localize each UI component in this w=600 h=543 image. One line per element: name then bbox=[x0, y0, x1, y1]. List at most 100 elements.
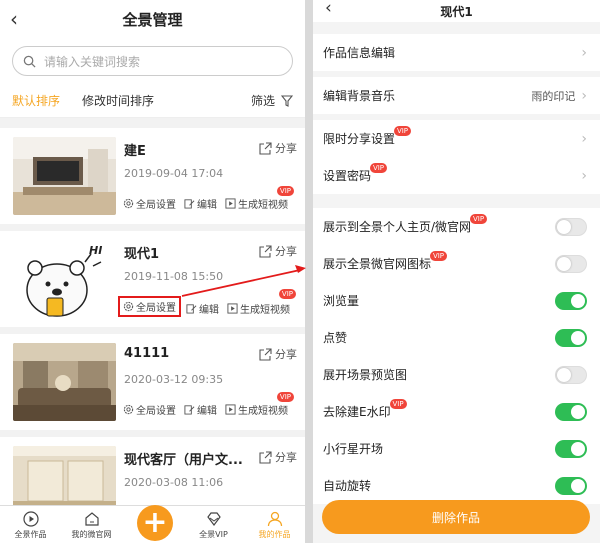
row-time-limited-share[interactable]: 限时分享设置 VIP › bbox=[313, 120, 600, 157]
row-auto-rotate: 自动旋转 bbox=[313, 467, 600, 504]
work-date: 2019-11-08 15:50 bbox=[124, 270, 224, 283]
work-title: 现代客厅（用户文... bbox=[124, 453, 243, 468]
search-icon bbox=[23, 55, 36, 68]
work-title: 建E bbox=[124, 144, 146, 159]
screen-divider bbox=[305, 0, 313, 543]
generate-video-button[interactable]: 生成短视频 VIP bbox=[227, 289, 296, 317]
tab-label: 我的微官网 bbox=[71, 530, 112, 539]
chevron-right-icon: › bbox=[581, 87, 587, 104]
chevron-right-icon: › bbox=[581, 167, 587, 184]
row-likes: 点赞 bbox=[313, 319, 600, 356]
generate-video-label: 生成短视频 bbox=[240, 304, 290, 316]
back-icon[interactable]: ‹ bbox=[325, 0, 332, 18]
share-button[interactable]: 分享 bbox=[259, 140, 297, 156]
edit-icon bbox=[184, 405, 195, 415]
share-button[interactable]: 分享 bbox=[259, 243, 297, 259]
share-button[interactable]: 分享 bbox=[259, 346, 297, 362]
sort-bar: 默认排序 修改时间排序 筛选 bbox=[0, 84, 305, 118]
row-set-password[interactable]: 设置密码 VIP › bbox=[313, 157, 600, 194]
toggle-switch[interactable] bbox=[555, 291, 587, 310]
tab-microsite[interactable]: 我的微官网 bbox=[61, 506, 122, 543]
tab-label: 我的作品 bbox=[258, 530, 291, 539]
tab-vip[interactable]: 全景VIP bbox=[183, 506, 244, 543]
work-thumbnail bbox=[13, 343, 116, 421]
row-label: 展示全景微官网图标 bbox=[323, 257, 432, 271]
global-settings-label: 全局设置 bbox=[136, 303, 176, 314]
back-icon[interactable]: ‹ bbox=[10, 7, 18, 31]
user-icon bbox=[267, 511, 282, 527]
tab-my-works[interactable]: 我的作品 bbox=[244, 506, 305, 543]
sort-time-tab[interactable]: 修改时间排序 bbox=[82, 92, 154, 109]
row-label: 自动旋转 bbox=[323, 479, 372, 493]
vip-badge: VIP bbox=[278, 289, 296, 299]
sort-default-tab[interactable]: 默认排序 bbox=[12, 92, 60, 109]
work-date: 2020-03-12 09:35 bbox=[124, 373, 224, 386]
toggle-switch[interactable] bbox=[555, 328, 587, 347]
gear-icon bbox=[123, 198, 134, 209]
filter-button[interactable]: 筛选 bbox=[251, 92, 293, 109]
card-actions: 全局设置 编辑 生成短视频 VIP bbox=[123, 186, 296, 211]
play-circle-icon bbox=[22, 511, 39, 527]
video-icon bbox=[227, 302, 238, 314]
edit-label: 编辑 bbox=[197, 200, 217, 211]
share-label: 分享 bbox=[275, 142, 297, 155]
generate-video-button[interactable]: 生成短视频 VIP bbox=[225, 186, 294, 211]
bottom-tab-bar: 全景作品 我的微官网 全景VIP 我的作品 + bbox=[0, 505, 305, 543]
delete-work-button[interactable]: 删除作品 bbox=[322, 500, 590, 534]
toggle-switch[interactable] bbox=[555, 254, 587, 273]
chevron-right-icon: › bbox=[581, 130, 587, 147]
share-icon bbox=[259, 141, 272, 155]
work-card[interactable]: HI 现代1 分享 2019-11-08 15:50 全局设置 编辑 生成短视频… bbox=[0, 231, 305, 334]
tab-works[interactable]: 全景作品 bbox=[0, 506, 61, 543]
share-label: 分享 bbox=[275, 451, 297, 464]
row-show-microsite-icon: 展示全景微官网图标 VIP bbox=[313, 245, 600, 282]
row-edit-info[interactable]: 作品信息编辑 › bbox=[313, 34, 600, 71]
global-settings-button-highlighted[interactable]: 全局设置 bbox=[118, 296, 181, 317]
spacer bbox=[0, 118, 305, 128]
work-card[interactable]: 41111 分享 2020-03-12 09:35 全局设置 编辑 生成短视频 V… bbox=[0, 334, 305, 437]
toggle-switch[interactable] bbox=[555, 476, 587, 495]
works-management-screen: ‹ 全景管理 请输入关键词搜索 默认排序 修改时间排序 筛选 建E 分享 201… bbox=[0, 0, 305, 543]
edit-button[interactable]: 编辑 bbox=[186, 299, 219, 317]
global-settings-button[interactable]: 全局设置 bbox=[123, 196, 176, 211]
toggle-switch[interactable] bbox=[555, 365, 587, 384]
row-label: 小行星开场 bbox=[323, 442, 384, 456]
gear-icon bbox=[123, 301, 134, 312]
row-label: 设置密码 bbox=[323, 169, 372, 183]
work-card[interactable]: 建E 分享 2019-09-04 17:04 全局设置 编辑 生成短视频 VIP bbox=[0, 128, 305, 231]
row-label: 去除建E水印 bbox=[323, 405, 391, 419]
row-scene-preview: 展开场景预览图 bbox=[313, 356, 600, 393]
row-label: 点赞 bbox=[323, 331, 348, 345]
create-button[interactable]: + bbox=[137, 505, 173, 541]
vip-badge: VIP bbox=[369, 163, 388, 173]
work-thumbnail bbox=[13, 137, 116, 215]
edit-label: 编辑 bbox=[197, 406, 217, 417]
edit-button[interactable]: 编辑 bbox=[184, 402, 217, 417]
global-settings-button[interactable]: 全局设置 bbox=[123, 402, 176, 417]
vip-badge: VIP bbox=[393, 126, 412, 136]
search-input[interactable]: 请输入关键词搜索 bbox=[12, 46, 293, 76]
row-background-music[interactable]: 编辑背景音乐 雨的印记 › bbox=[313, 77, 600, 114]
toggle-switch[interactable] bbox=[555, 439, 587, 458]
row-label: 限时分享设置 bbox=[323, 132, 396, 146]
edit-icon bbox=[184, 199, 195, 209]
toggle-switch[interactable] bbox=[555, 217, 587, 236]
edit-button[interactable]: 编辑 bbox=[184, 196, 217, 211]
work-title: 现代1 bbox=[124, 247, 160, 262]
row-label: 展示到全景个人主页/微官网 bbox=[323, 220, 472, 234]
video-icon bbox=[225, 404, 236, 415]
toggle-switch[interactable] bbox=[555, 402, 587, 421]
card-actions: 全局设置 编辑 生成短视频 VIP bbox=[123, 392, 296, 417]
filter-label: 筛选 bbox=[250, 94, 275, 108]
row-remove-watermark: 去除建E水印 VIP bbox=[313, 393, 600, 430]
gear-icon bbox=[123, 404, 134, 415]
share-button[interactable]: 分享 bbox=[259, 449, 297, 465]
card-actions: 全局设置 编辑 生成短视频 VIP bbox=[118, 289, 298, 317]
tab-label: 全景VIP bbox=[199, 530, 228, 539]
generate-video-button[interactable]: 生成短视频 VIP bbox=[225, 392, 294, 417]
global-settings-label: 全局设置 bbox=[136, 406, 176, 417]
home-icon bbox=[84, 512, 99, 526]
vip-badge: VIP bbox=[389, 399, 407, 409]
vip-badge: VIP bbox=[276, 392, 294, 402]
